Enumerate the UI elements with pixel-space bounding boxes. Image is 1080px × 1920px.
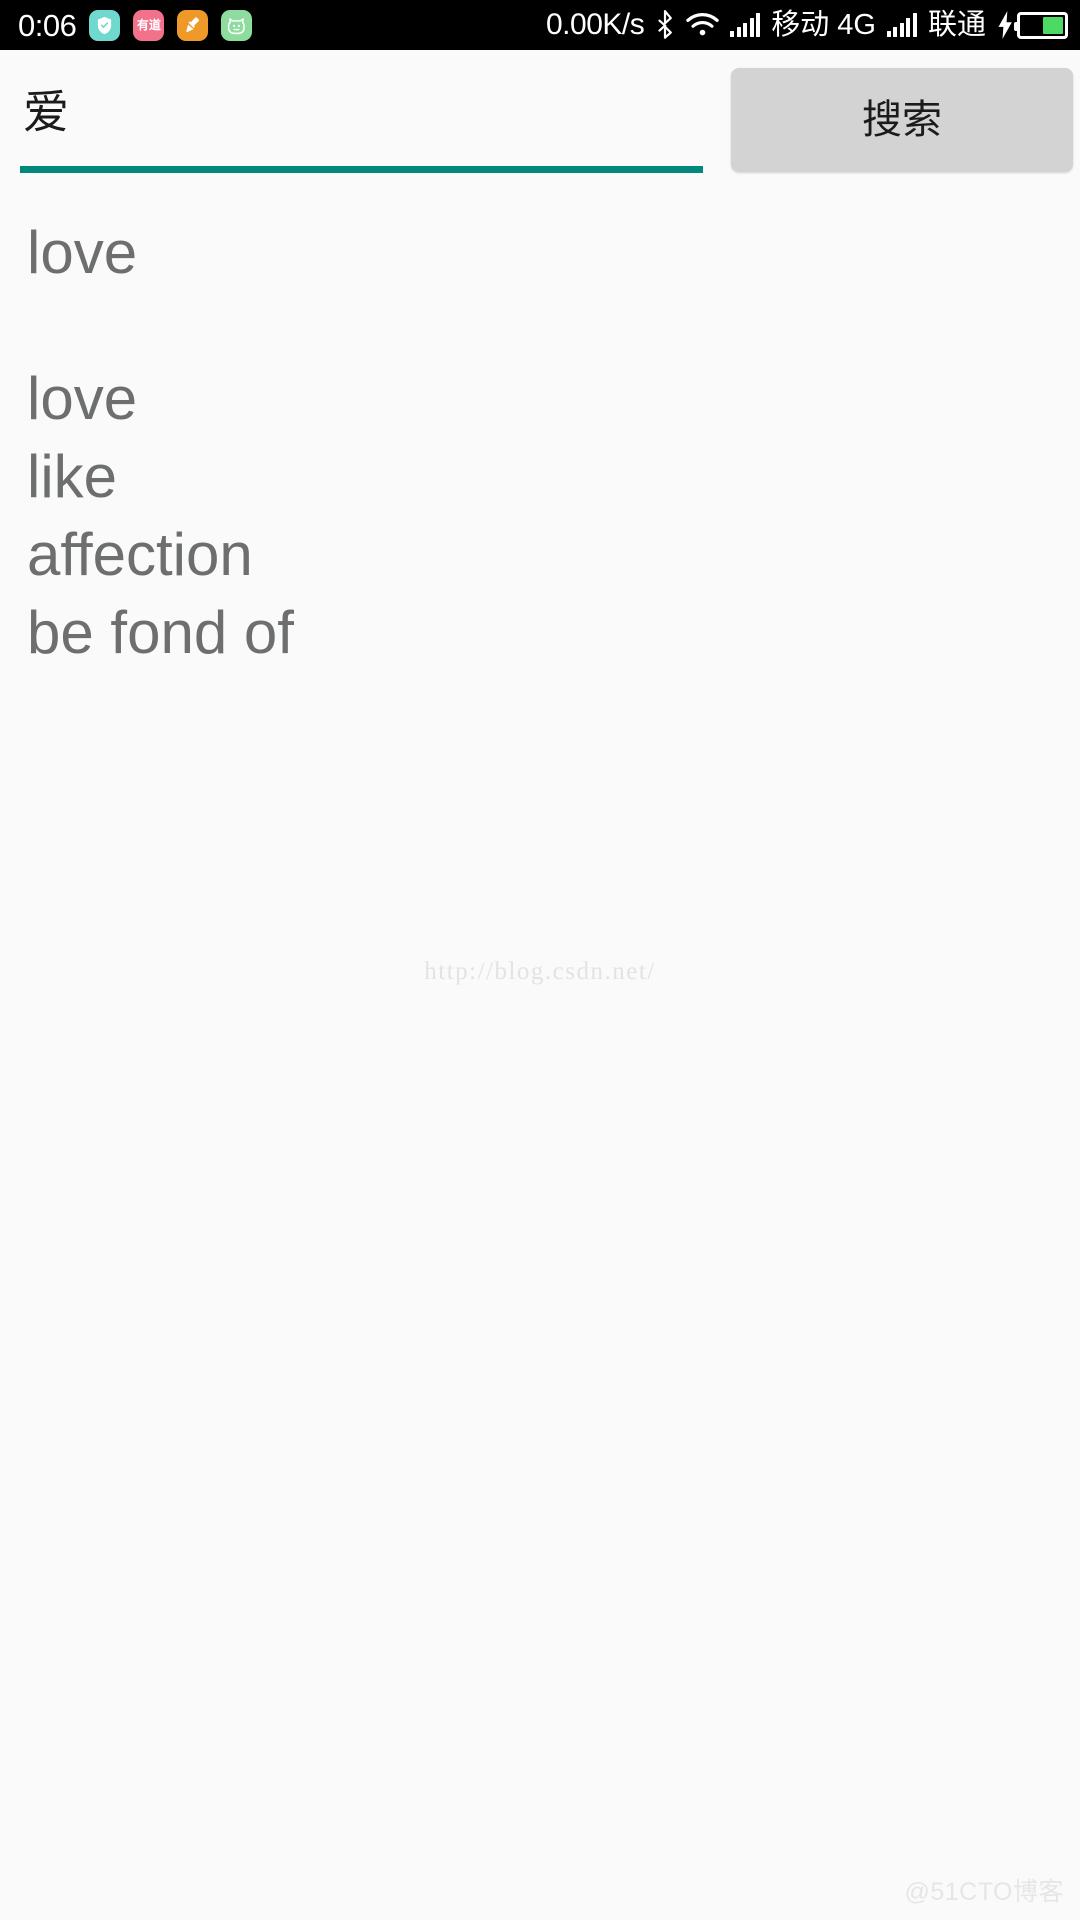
brush-cleaner-icon [177, 9, 209, 41]
cat-face-icon [221, 9, 253, 41]
youdao-dictionary-icon: 有道 [133, 9, 165, 41]
status-bar-left-group: 0:06 有道 [18, 7, 253, 43]
signal-bars-icon [730, 13, 761, 37]
results-panel: love love like affection be fond of [0, 172, 1080, 1920]
search-input[interactable] [10, 58, 703, 166]
status-bar: 0:06 有道 0.00K/s 移动 4G 联通 [0, 0, 1080, 50]
network-speed-label: 0.00K/s [546, 8, 645, 41]
shield-check-icon [89, 9, 121, 41]
charging-bolt-icon [997, 11, 1014, 39]
search-button[interactable]: 搜索 [731, 68, 1073, 172]
battery-icon [1014, 11, 1068, 39]
search-bar: 搜索 [0, 50, 1080, 173]
wifi-icon [686, 12, 719, 38]
battery-fill-level [1043, 16, 1063, 34]
carrier-secondary-label: 联通 [927, 8, 986, 41]
youdao-icon-label: 有道 [136, 18, 161, 32]
bluetooth-icon [655, 10, 675, 40]
list-item: love [27, 365, 138, 432]
signal-bars-secondary-icon [886, 13, 917, 37]
list-item: affection [27, 521, 253, 588]
list-item: like [27, 443, 118, 510]
status-bar-right-group: 0.00K/s 移动 4G 联通 [546, 10, 1072, 40]
result-sense-list: love like affection be fond of [27, 360, 294, 672]
carrier-primary-label: 移动 4G [771, 8, 876, 41]
battery-status-group [997, 11, 1068, 39]
result-headword: love [27, 219, 138, 286]
search-input-container [10, 58, 703, 173]
status-clock: 0:06 [18, 7, 77, 43]
list-item: be fond of [27, 599, 294, 666]
